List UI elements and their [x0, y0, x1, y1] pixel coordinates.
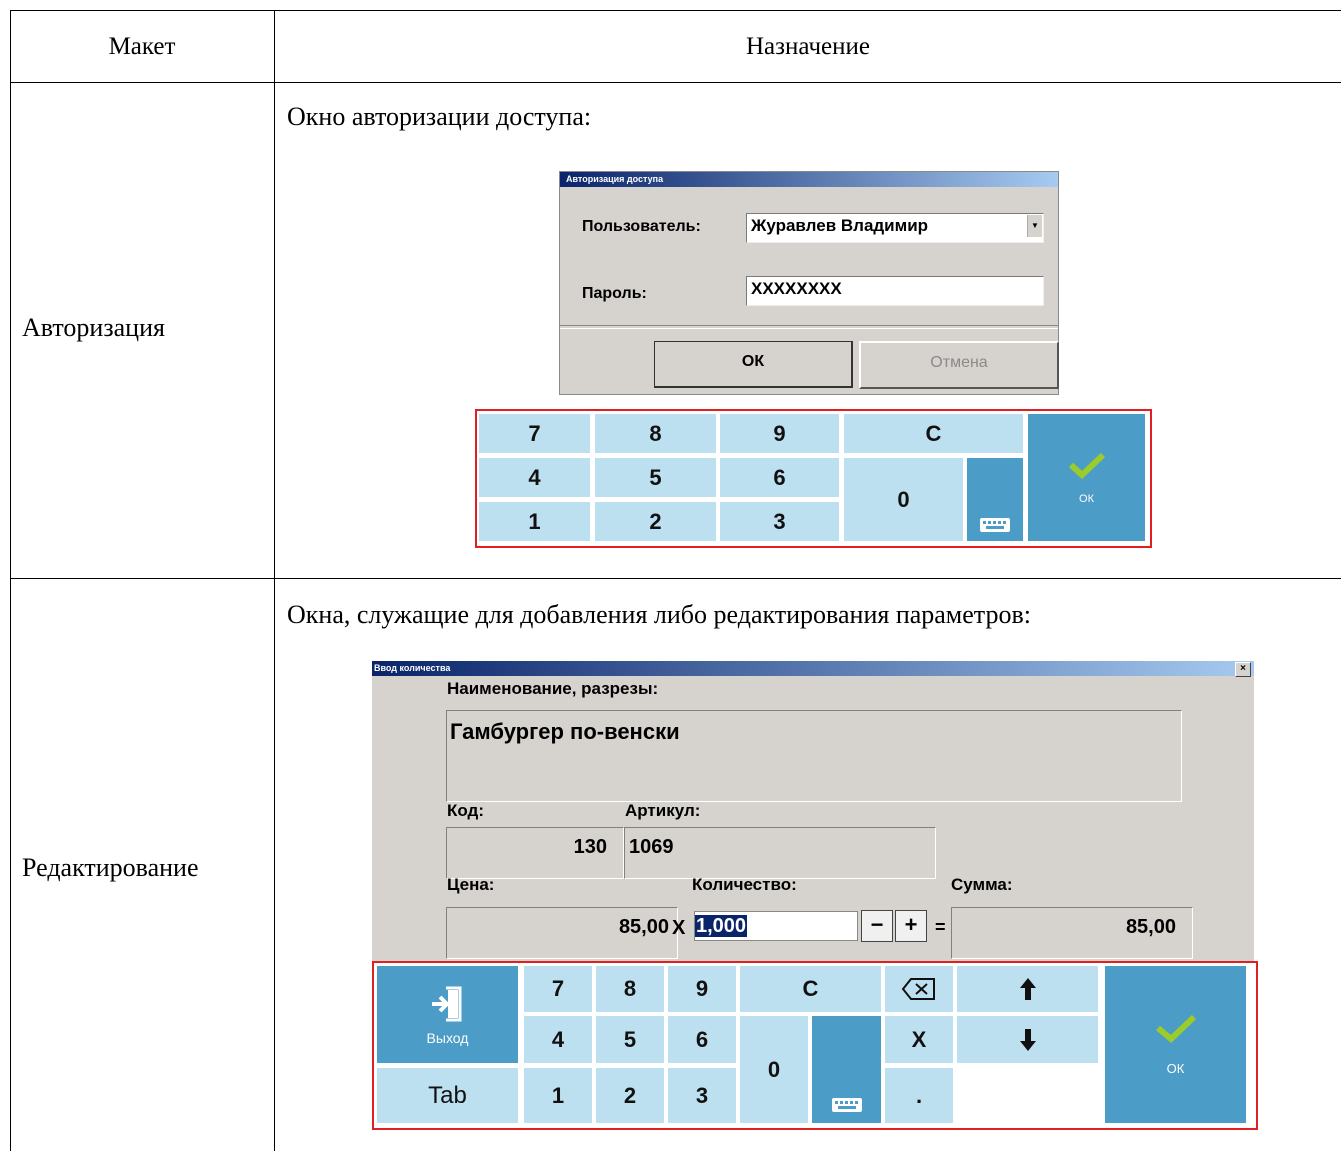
dot-key[interactable]: . [885, 1068, 953, 1123]
key-clear[interactable]: C [740, 966, 881, 1012]
tab-key[interactable]: Tab [377, 1068, 518, 1123]
edit-keypad: Выход Tab 7 8 9 C 4 5 6 0 X 1 2 3 . ОК [372, 961, 1258, 1130]
auth-dialog: Авторизация доступа Пользователь: Журавл… [559, 171, 1059, 395]
row-label-edit: Редактирование [22, 853, 199, 882]
qty-value: 1,000 [695, 915, 748, 937]
plus-button[interactable]: + [895, 910, 927, 942]
backspace-button[interactable] [885, 966, 953, 1012]
header-layout: Макет [108, 32, 176, 60]
key-4[interactable]: 4 [479, 458, 590, 497]
password-value: XXXXXXXX [751, 279, 842, 298]
key-6[interactable]: 6 [668, 1016, 736, 1063]
checkmark-icon [1155, 1014, 1196, 1043]
row-label-auth: Авторизация [22, 313, 165, 342]
exit-label: Выход [426, 1029, 469, 1046]
exit-button[interactable]: Выход [377, 966, 518, 1063]
key-4[interactable]: 4 [524, 1016, 592, 1063]
user-value: Журавлев Владимир [751, 216, 929, 235]
key-6[interactable]: 6 [720, 458, 839, 497]
sum-label: Сумма: [951, 875, 1013, 894]
key-8[interactable]: 8 [595, 414, 716, 453]
backspace-icon [901, 978, 935, 1000]
password-field[interactable]: XXXXXXXX [746, 276, 1044, 306]
article-value: 1069 [629, 836, 674, 858]
arrow-up-button[interactable] [957, 966, 1098, 1012]
close-icon[interactable]: × [1235, 662, 1251, 677]
multiply-key[interactable]: X [885, 1016, 953, 1063]
key-7[interactable]: 7 [524, 966, 592, 1012]
code-field: 130 [446, 827, 624, 879]
quantity-dialog-title: Ввод количества [372, 661, 1254, 676]
keyboard-icon [831, 1098, 862, 1112]
article-field: 1069 [624, 827, 936, 879]
row-intro-edit: Окна, служащие для добавления либо редак… [287, 600, 1031, 629]
equals-sign: = [935, 917, 946, 937]
key-9[interactable]: 9 [668, 966, 736, 1012]
ok-key-label: ОК [1166, 1061, 1185, 1076]
ok-key-label: ОК [1079, 492, 1094, 505]
name-label: Наименование, разрезы: [447, 679, 659, 698]
key-0[interactable]: 0 [844, 458, 963, 541]
user-select[interactable]: Журавлев Владимир ▼ [746, 213, 1044, 243]
quantity-dialog: Ввод количества × Наименование, разрезы:… [372, 661, 1254, 961]
qty-label: Количество: [692, 875, 797, 894]
row-intro-auth: Окно авторизации доступа: [287, 102, 592, 131]
exit-door-icon [431, 986, 461, 1021]
key-clear[interactable]: C [844, 414, 1023, 453]
key-7[interactable]: 7 [479, 414, 590, 453]
keyboard-button[interactable] [967, 458, 1023, 541]
times-sign: X [672, 917, 686, 939]
cancel-button[interactable]: Отмена [859, 341, 1059, 389]
keyboard-icon [980, 518, 1010, 532]
name-value: Гамбургер по-венски [450, 719, 680, 744]
key-5[interactable]: 5 [595, 458, 716, 497]
sum-value: 85,00 [1125, 916, 1176, 938]
password-label: Пароль: [582, 285, 647, 302]
arrow-down-button[interactable] [957, 1016, 1098, 1063]
auth-keypad: 7 8 9 C 4 5 6 0 ОК 1 2 3 [475, 409, 1152, 548]
price-label: Цена: [447, 875, 495, 894]
key-1[interactable]: 1 [479, 502, 590, 541]
auth-dialog-title: Авторизация доступа [560, 172, 1058, 187]
key-1[interactable]: 1 [524, 1068, 592, 1123]
key-8[interactable]: 8 [596, 966, 664, 1012]
minus-button[interactable]: − [861, 910, 893, 942]
user-label: Пользователь: [582, 218, 701, 235]
qty-input[interactable]: 1,000 [694, 911, 858, 941]
key-2[interactable]: 2 [595, 502, 716, 541]
key-9[interactable]: 9 [720, 414, 839, 453]
ok-key[interactable]: ОК [1105, 966, 1246, 1123]
dialog-separator [560, 325, 1058, 329]
checkmark-icon [1068, 452, 1105, 479]
keyboard-button[interactable] [812, 1016, 881, 1123]
code-value: 130 [573, 836, 607, 858]
ok-key[interactable]: ОК [1028, 414, 1145, 541]
price-field: 85,00 [446, 907, 678, 959]
price-value: 85,00 [618, 916, 669, 938]
arrow-down-icon [1019, 1028, 1036, 1051]
key-3[interactable]: 3 [720, 502, 839, 541]
arrow-up-icon [1019, 978, 1036, 1000]
sum-field: 85,00 [951, 907, 1193, 959]
key-0[interactable]: 0 [740, 1016, 808, 1123]
name-field: Гамбургер по-венски [446, 710, 1182, 802]
header-purpose: Назначение [745, 32, 871, 60]
article-label: Артикул: [625, 801, 701, 820]
key-5[interactable]: 5 [596, 1016, 664, 1063]
ok-button[interactable]: ОК [654, 341, 853, 388]
key-2[interactable]: 2 [596, 1068, 664, 1123]
dropdown-arrow-icon[interactable]: ▼ [1027, 215, 1042, 237]
key-3[interactable]: 3 [668, 1068, 736, 1123]
code-label: Код: [447, 801, 484, 820]
